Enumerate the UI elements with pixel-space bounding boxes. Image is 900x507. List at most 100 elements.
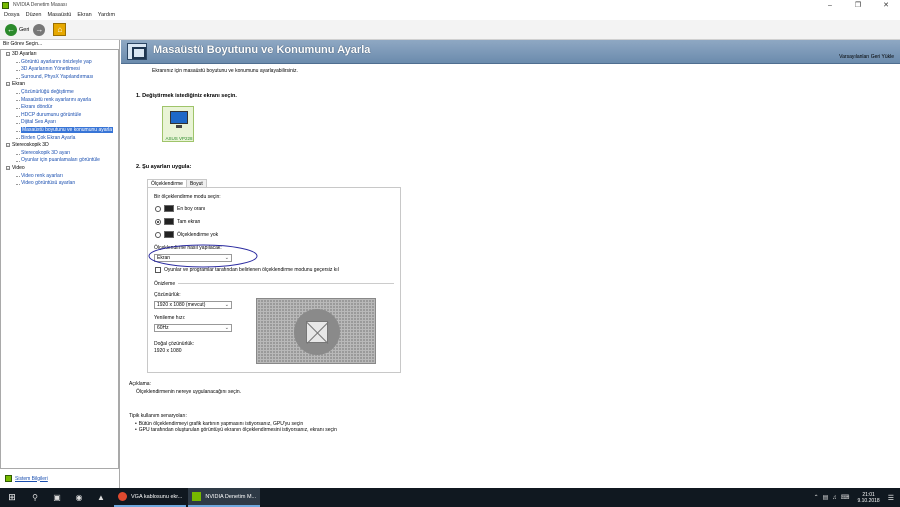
window-controls: – ❐ ✕ [816, 0, 900, 10]
scaling-preview [256, 298, 376, 364]
windows-start-icon[interactable]: ⊞ [0, 488, 24, 507]
tree-item[interactable]: Oyunlar için puanlamaları görüntüle [1, 157, 118, 165]
back-button[interactable]: ← Geri [5, 23, 30, 36]
tree-item-label: Ekran [12, 81, 26, 88]
tree-item[interactable]: Stereoskopik 3D ayarı [1, 150, 118, 158]
collapse-icon[interactable]: − [6, 82, 10, 87]
tree-item-label: Oyunlar için puanlamaları görüntüle [21, 157, 100, 164]
refresh-rate-label: Yenileme hızı: [154, 315, 186, 321]
main-content: Ekranınız için masaüstü boyutunu ve konu… [121, 64, 900, 488]
menu-display[interactable]: Ekran [77, 12, 91, 18]
tree-item[interactable]: Surround, PhysX Yapılandırması [1, 74, 118, 82]
tree-item[interactable]: Masaüstü boyutunu ve konumunu ayarla [1, 126, 118, 135]
tree-category[interactable]: − Video [1, 165, 118, 173]
window-title: NVIDIA Denetim Masası [13, 2, 67, 8]
usage-item: GPU tarafından oluşturulan görüntüyü ekr… [135, 427, 337, 433]
menu-file[interactable]: Dosya [4, 12, 20, 18]
close-icon[interactable]: ✕ [872, 0, 900, 10]
tree-item[interactable]: HDCP durumunu görüntüle [1, 112, 118, 120]
title-bar: NVIDIA Denetim Masası – ❐ ✕ [0, 0, 900, 10]
pinned-app-icon[interactable]: ◉ [68, 488, 90, 507]
search-icon[interactable]: ⚲ [24, 488, 46, 507]
tree-item-label: Stereoskopik 3D [12, 142, 49, 149]
back-label: Geri [19, 26, 30, 33]
taskbar-app-label: NVIDIA Denetim M... [205, 493, 257, 500]
system-info-label: Sistem Bilgileri [15, 475, 48, 482]
volume-icon[interactable]: ♫ [832, 495, 837, 501]
tree-item-label: Stereoskopik 3D ayarı [21, 149, 71, 156]
taskbar-app-nvidia[interactable]: NVIDIA Denetim M... [188, 488, 261, 507]
toolbar: ← Geri → ⌂ [0, 20, 900, 40]
usage-title: Tipik kullanım senaryoları: [129, 413, 187, 419]
clock[interactable]: 21:01 9.10.2018 [857, 492, 879, 504]
preview-placeholder-icon [306, 321, 328, 343]
network-icon[interactable]: ▤ [823, 494, 829, 501]
page-description: Ekranınız için masaüstü boyutunu ve konu… [152, 68, 298, 74]
chevron-down-icon: ⌄ [224, 302, 229, 308]
tree-item-label: 3D Ayarlarının Yönetilmesi [21, 66, 80, 73]
browser-icon [118, 492, 127, 501]
home-icon[interactable]: ⌂ [53, 23, 67, 36]
tree-item-label: Surround, PhysX Yapılandırması [21, 73, 94, 80]
tree-item-label: Masaüstü renk ayarlarını ayarla [21, 96, 92, 103]
collapse-icon[interactable]: − [6, 51, 10, 56]
tree-category[interactable]: − Stereoskopik 3D [1, 142, 118, 150]
resolution-select[interactable]: 1920 x 1080 (mevcut) ⌄ [154, 301, 232, 309]
menu-edit[interactable]: Düzen [26, 12, 42, 18]
explanation-text: Ölçeklendirmenin nereye uygulanacağını s… [136, 389, 242, 395]
forward-arrow-icon[interactable]: → [33, 23, 46, 36]
task-sidebar: Bir Görev Seçin... −3D Ayarları Görüntü a… [0, 40, 120, 488]
tree-item[interactable]: Ekranı döndür [1, 104, 118, 112]
preview-circle [294, 309, 340, 355]
tree-item[interactable]: Video renk ayarları [1, 173, 118, 181]
menu-desktop[interactable]: Masaüstü [48, 12, 72, 18]
tree-item[interactable]: Birden Çok Ekran Ayarla [1, 135, 118, 143]
restore-defaults-link[interactable]: Varsayılanları Geri Yükle [839, 54, 894, 60]
tree-item-label: Video renk ayarları [21, 172, 63, 179]
pinned-app-icon-2[interactable]: ▲ [90, 488, 112, 507]
tree-item[interactable]: Çözünürlüğü değiştirme [1, 89, 118, 97]
task-view-icon[interactable]: ▣ [46, 488, 68, 507]
usage-list: Bütün ölçeklendirmeyi grafik kartının ya… [135, 421, 337, 433]
tree-item[interactable]: Masaüstü renk ayarlarını ayarla [1, 97, 118, 105]
tree-item-label: Video görüntüsü ayarları [21, 180, 76, 187]
collapse-icon[interactable]: − [6, 165, 10, 170]
tab-size[interactable]: Boyut [185, 179, 207, 187]
nvidia-icon [192, 492, 202, 501]
menu-help[interactable]: Yardım [98, 12, 115, 18]
back-arrow-icon: ← [5, 23, 17, 36]
page-title: Masaüstü Boyutunu ve Konumunu Ayarla [153, 44, 371, 56]
step1-heading: 1. Değiştirmek istediğiniz ekranı seçin. [136, 93, 237, 99]
tree-item-label: Masaüstü boyutunu ve konumunu ayarla [21, 126, 114, 133]
native-resolution-label: Doğal çözünürlük: [154, 341, 195, 347]
maximize-icon[interactable]: ❐ [844, 0, 872, 10]
minimize-icon[interactable]: – [816, 0, 844, 10]
tree-category[interactable]: −3D Ayarları [1, 51, 118, 59]
monitor-selector[interactable]: ASUS VP228 [162, 106, 194, 142]
tree-item[interactable]: 3D Ayarlarının Yönetilmesi [1, 66, 118, 74]
explanation-title: Açıklama: [129, 381, 151, 387]
preview-divider [178, 283, 394, 284]
tree-category[interactable]: − Ekran [1, 81, 118, 89]
tree-item[interactable]: Görüntü ayarlarını önizleyle yap [1, 59, 118, 67]
tree-item-label: Video [12, 164, 25, 171]
collapse-icon[interactable]: − [6, 142, 10, 147]
tree-item-label: Ekranı döndür [21, 104, 53, 111]
monitor-stand [176, 125, 182, 128]
system-info-icon [5, 475, 12, 482]
preview-label: Önizleme [154, 281, 176, 287]
tree-item-label: Birden Çok Ekran Ayarla [21, 134, 76, 141]
native-resolution-value: 1920 x 1080 [154, 348, 182, 354]
page-banner: Masaüstü Boyutunu ve Konumunu Ayarla [121, 40, 900, 64]
system-tray: ⌃ ▤ ♫ ⌨ 21:01 9.10.2018 ☰ [810, 488, 894, 507]
notification-icon[interactable]: ☰ [888, 494, 894, 502]
step2-heading: 2. Şu ayarları uygula: [136, 164, 192, 170]
tree-item[interactable]: Dijital Ses Ayarı [1, 119, 118, 127]
tree-item[interactable]: Video görüntüsü ayarları [1, 180, 118, 188]
chevron-down-icon: ⌄ [224, 325, 229, 331]
taskbar-app-browser[interactable]: VGA kablosunu ekr... [114, 488, 187, 507]
system-info-link[interactable]: Sistem Bilgileri [5, 475, 48, 482]
refresh-rate-select[interactable]: 60Hz ⌄ [154, 324, 232, 332]
chevron-up-icon[interactable]: ⌃ [814, 494, 819, 501]
keyboard-icon[interactable]: ⌨ [841, 494, 850, 501]
